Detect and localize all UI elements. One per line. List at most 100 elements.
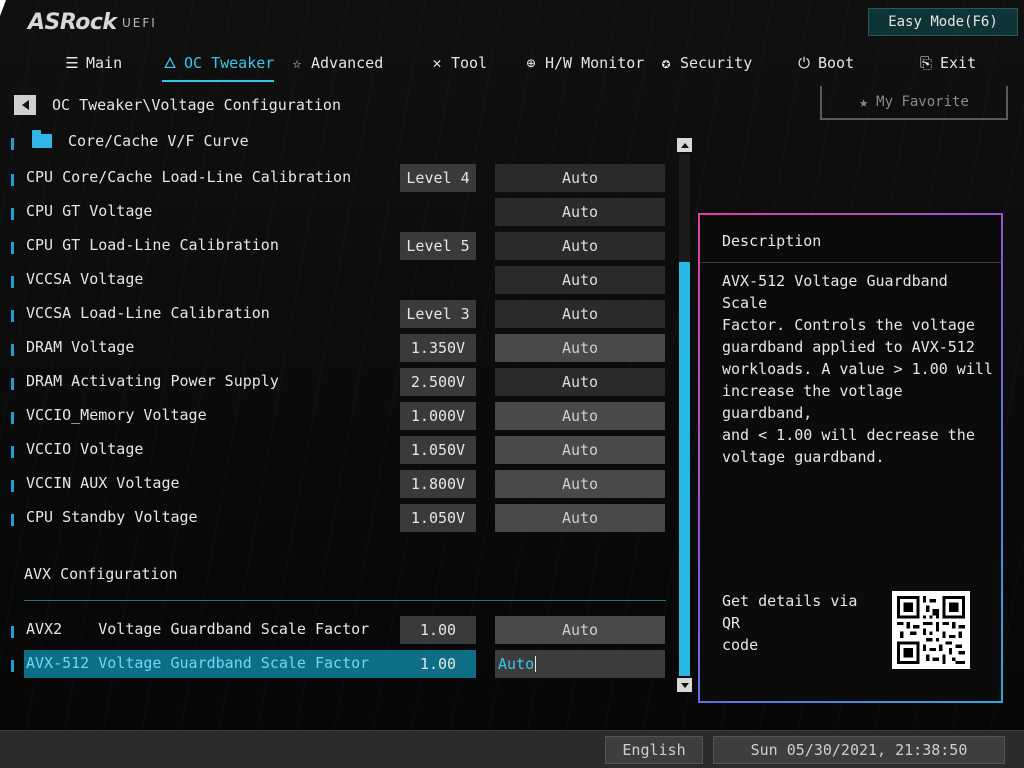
setting-value-field[interactable]: Auto bbox=[495, 504, 665, 532]
tab-tool[interactable]: ✕ Tool bbox=[429, 50, 487, 76]
tab-hw-monitor[interactable]: ⊕ H/W Monitor bbox=[523, 50, 644, 76]
my-favorite-button[interactable]: ★ My Favorite bbox=[820, 86, 1008, 120]
setting-value-field[interactable]: Auto bbox=[495, 402, 665, 430]
setting-label: VCCIN AUX Voltage bbox=[26, 474, 180, 492]
my-favorite-label: My Favorite bbox=[876, 94, 969, 110]
tab-label: Main bbox=[86, 54, 123, 72]
row-marker bbox=[11, 480, 14, 492]
setting-label: CPU Core/Cache Load-Line Calibration bbox=[26, 168, 352, 186]
current-value: 1.050V bbox=[400, 504, 476, 532]
tab-boot[interactable]: ⏻ Boot bbox=[796, 50, 854, 76]
top-nav: ☰ Main 🜂 OC Tweaker ☆ Advanced ✕ Tool ⊕ … bbox=[0, 44, 1024, 82]
breadcrumb: OC Tweaker\Voltage Configuration bbox=[52, 96, 341, 114]
current-value: 2.500V bbox=[400, 368, 476, 396]
setting-row[interactable]: VCCIN AUX Voltage 1.800V Auto bbox=[0, 470, 680, 498]
description-divider bbox=[700, 262, 1001, 263]
setting-value-input[interactable]: Auto bbox=[495, 650, 665, 678]
current-value: 1.350V bbox=[400, 334, 476, 362]
current-value: 1.00 bbox=[400, 616, 476, 644]
scroll-down-arrow[interactable] bbox=[677, 678, 692, 692]
tab-oc-tweaker[interactable]: 🜂 OC Tweaker bbox=[162, 50, 275, 82]
row-marker bbox=[11, 514, 14, 526]
setting-value-field[interactable]: Auto bbox=[495, 164, 665, 192]
tab-security[interactable]: ✪ Security bbox=[658, 50, 752, 76]
setting-row[interactable]: VCCIO_Memory Voltage 1.000V Auto bbox=[0, 402, 680, 430]
current-value: 1.050V bbox=[400, 436, 476, 464]
tab-label: OC Tweaker bbox=[184, 54, 275, 72]
tab-label: H/W Monitor bbox=[545, 54, 645, 72]
row-marker bbox=[11, 276, 14, 288]
setting-row[interactable]: AVX2 Voltage Guardband Scale Factor 1.00… bbox=[0, 616, 680, 644]
setting-value-field[interactable]: Auto bbox=[495, 368, 665, 396]
current-value: Level 4 bbox=[400, 164, 476, 192]
setting-value-field[interactable]: Auto bbox=[495, 436, 665, 464]
exit-door-icon: ⎘ bbox=[919, 53, 932, 72]
setting-label: VCCSA Voltage bbox=[26, 270, 144, 288]
uefi-logo-suffix: UEFI bbox=[122, 16, 157, 30]
mouse-cursor-icon bbox=[0, 0, 12, 16]
datetime-display[interactable]: Sun 05/30/2021, 21:38:50 bbox=[713, 736, 1005, 764]
row-marker bbox=[11, 660, 14, 672]
setting-label: CPU Standby Voltage bbox=[26, 508, 198, 526]
setting-row[interactable]: CPU Core/Cache Load-Line Calibration Lev… bbox=[0, 164, 680, 192]
scrollbar-thumb[interactable] bbox=[679, 262, 690, 676]
easy-mode-button[interactable]: Easy Mode(F6) bbox=[868, 8, 1018, 36]
setting-label: DRAM Activating Power Supply bbox=[26, 372, 279, 390]
setting-row[interactable]: CPU GT Load-Line Calibration Level 5 Aut… bbox=[0, 232, 680, 260]
setting-row[interactable]: CPU Standby Voltage 1.050V Auto bbox=[0, 504, 680, 532]
setting-label: CPU GT Load-Line Calibration bbox=[26, 236, 279, 254]
setting-label: VCCIO Voltage bbox=[26, 440, 144, 458]
row-marker bbox=[11, 446, 14, 458]
flame-icon: 🜂 bbox=[163, 53, 177, 72]
setting-value-field[interactable]: Auto bbox=[495, 470, 665, 498]
setting-row[interactable]: DRAM Voltage 1.350V Auto bbox=[0, 334, 680, 362]
folder-label: Core/Cache V/F Curve bbox=[68, 132, 249, 150]
language-selector[interactable]: English bbox=[605, 736, 703, 764]
setting-row[interactable]: CPU GT Voltage Auto bbox=[0, 198, 680, 226]
tab-label: Advanced bbox=[311, 54, 384, 72]
folder-item-core-cache-vf-curve[interactable]: Core/Cache V/F Curve bbox=[0, 128, 680, 156]
setting-value-field[interactable]: Auto bbox=[495, 616, 665, 644]
setting-row-selected[interactable]: AVX-512 Voltage Guardband Scale Factor 1… bbox=[0, 650, 680, 678]
description-title: Description bbox=[722, 232, 822, 250]
setting-label: VCCSA Load-Line Calibration bbox=[26, 304, 270, 322]
shield-gear-icon: ✪ bbox=[661, 53, 671, 72]
row-marker bbox=[11, 242, 14, 254]
monitor-crosshair-icon: ⊕ bbox=[526, 53, 536, 72]
current-value: 1.800V bbox=[400, 470, 476, 498]
setting-value-field[interactable]: Auto bbox=[495, 198, 665, 226]
tab-advanced[interactable]: ☆ Advanced bbox=[289, 50, 383, 76]
current-value: Level 3 bbox=[400, 300, 476, 328]
setting-label: DRAM Voltage bbox=[26, 338, 135, 356]
setting-row[interactable]: VCCIO Voltage 1.050V Auto bbox=[0, 436, 680, 464]
star-outline-icon: ☆ bbox=[292, 53, 302, 72]
input-text: Auto bbox=[498, 655, 535, 673]
setting-value-field[interactable]: Auto bbox=[495, 232, 665, 260]
qr-caption: Get details via QR code bbox=[722, 592, 858, 654]
setting-label: AVX2 Voltage Guardband Scale Factor bbox=[26, 620, 370, 638]
row-marker bbox=[11, 208, 14, 220]
tab-label: Security bbox=[680, 54, 753, 72]
current-value: 1.000V bbox=[400, 402, 476, 430]
setting-value-field[interactable]: Auto bbox=[495, 334, 665, 362]
description-text: AVX-512 Voltage Guardband Scale Factor. … bbox=[722, 272, 993, 466]
scroll-up-arrow[interactable] bbox=[677, 138, 692, 152]
setting-value-field[interactable]: Auto bbox=[495, 300, 665, 328]
back-arrow-button[interactable] bbox=[14, 95, 36, 115]
tab-exit[interactable]: ⎘ Exit bbox=[918, 50, 976, 76]
row-marker bbox=[11, 412, 14, 424]
row-marker bbox=[11, 174, 14, 186]
setting-label: VCCIO_Memory Voltage bbox=[26, 406, 207, 424]
current-value: Level 5 bbox=[400, 232, 476, 260]
current-value: 1.00 bbox=[419, 655, 457, 673]
setting-value-field[interactable]: Auto bbox=[495, 266, 665, 294]
qr-code-icon bbox=[897, 596, 965, 664]
setting-row[interactable]: VCCSA Load-Line Calibration Level 3 Auto bbox=[0, 300, 680, 328]
text-caret bbox=[535, 656, 537, 672]
setting-row[interactable]: DRAM Activating Power Supply 2.500V Auto bbox=[0, 368, 680, 396]
section-divider bbox=[24, 600, 666, 601]
tab-main[interactable]: ☰ Main bbox=[64, 50, 122, 76]
tab-label: Exit bbox=[940, 54, 977, 72]
list-icon: ☰ bbox=[65, 53, 79, 72]
setting-row[interactable]: VCCSA Voltage Auto bbox=[0, 266, 680, 294]
